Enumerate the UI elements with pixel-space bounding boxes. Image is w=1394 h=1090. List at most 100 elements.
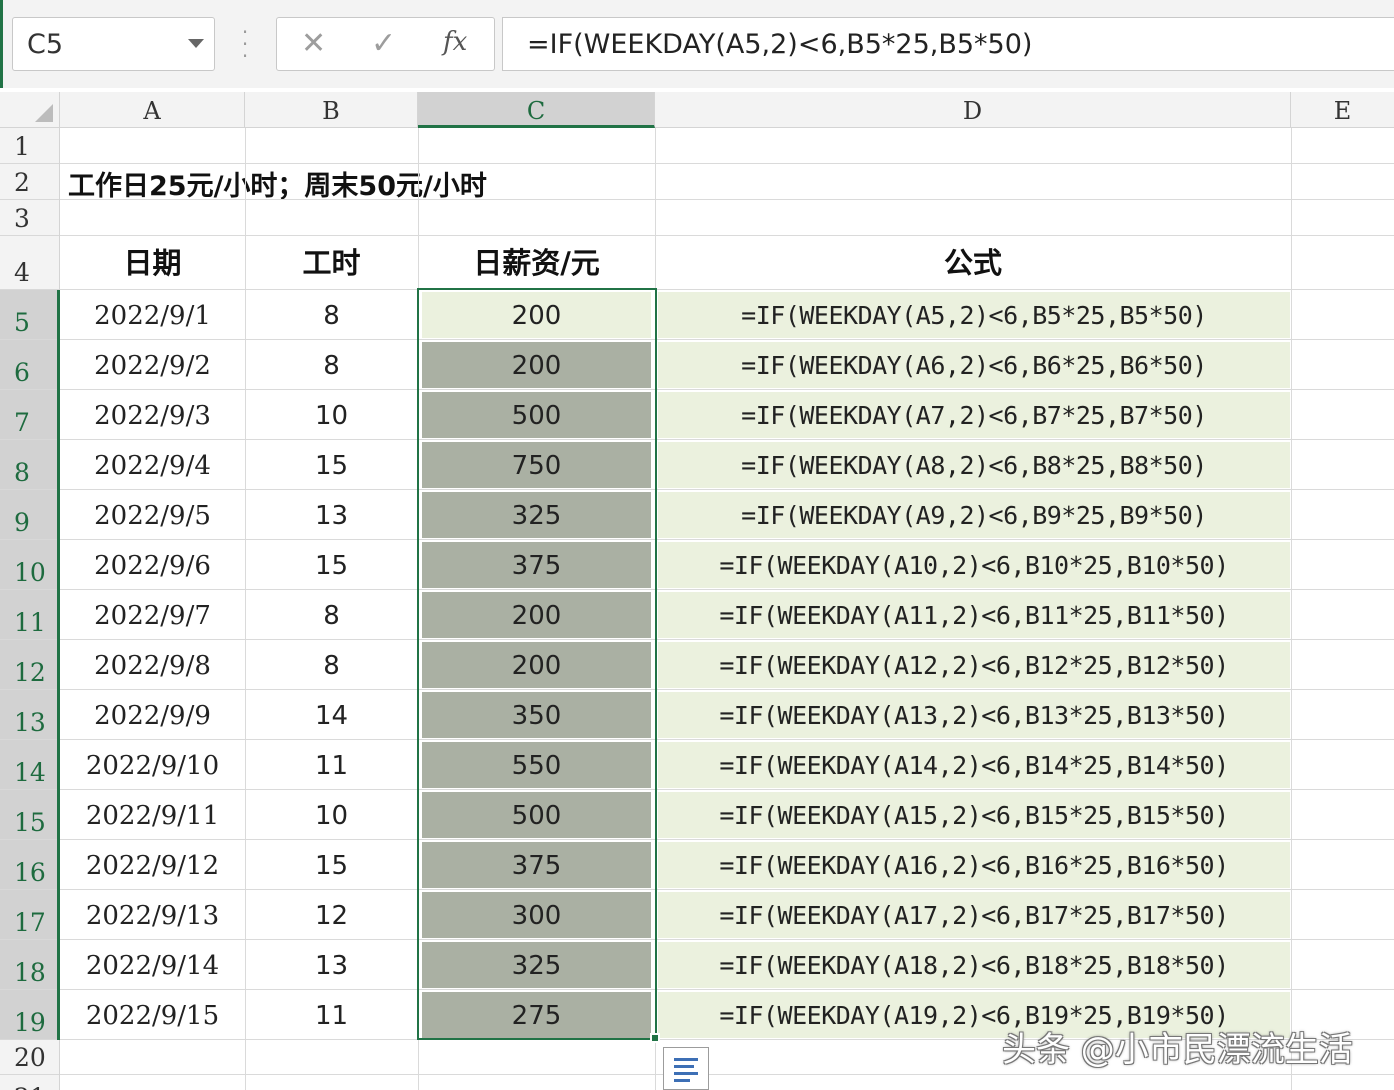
row-header-14[interactable]: 14 — [0, 740, 59, 790]
row-header-1[interactable]: 1 — [0, 128, 59, 164]
gridline — [60, 163, 1394, 164]
row-header-11[interactable]: 11 — [0, 590, 59, 640]
formula-cell[interactable]: =IF(WEEKDAY(A8,2)<6,B8*25,B8*50) — [658, 442, 1290, 488]
date-cell[interactable]: 2022/9/1 — [60, 292, 245, 338]
gridline — [1291, 128, 1292, 1090]
formula-cell[interactable]: =IF(WEEKDAY(A16,2)<6,B16*25,B16*50) — [658, 842, 1290, 888]
row-header-7[interactable]: 7 — [0, 390, 59, 440]
row-header-8[interactable]: 8 — [0, 440, 59, 490]
date-cell[interactable]: 2022/9/10 — [60, 742, 245, 788]
header-hours[interactable]: 工时 — [245, 236, 418, 290]
column-header-c[interactable]: C — [418, 92, 655, 128]
row-header-4[interactable]: 4 — [0, 236, 59, 290]
gridline — [60, 739, 1394, 740]
column-header-e[interactable]: E — [1291, 92, 1394, 128]
cancel-icon[interactable]: ✕ — [301, 26, 326, 61]
hours-cell[interactable]: 14 — [245, 692, 418, 738]
formula-cell[interactable]: =IF(WEEKDAY(A10,2)<6,B10*25,B10*50) — [658, 542, 1290, 588]
row-header-9[interactable]: 9 — [0, 490, 59, 540]
row-header-3[interactable]: 3 — [0, 200, 59, 236]
hours-cell[interactable]: 10 — [245, 392, 418, 438]
row-header-5[interactable]: 5 — [0, 290, 59, 340]
formula-input-value: =IF(WEEKDAY(A5,2)<6,B5*25,B5*50) — [527, 29, 1033, 60]
date-cell[interactable]: 2022/9/4 — [60, 442, 245, 488]
row-header-20[interactable]: 20 — [0, 1040, 59, 1075]
date-cell[interactable]: 2022/9/15 — [60, 992, 245, 1038]
gridline — [60, 389, 1394, 390]
worksheet-grid[interactable]: 工作日25元/小时；周末50元/小时 日期 工时 日薪资/元 公式 2022/9… — [60, 128, 1394, 1090]
formula-cell[interactable]: =IF(WEEKDAY(A15,2)<6,B15*25,B15*50) — [658, 792, 1290, 838]
fill-handle[interactable] — [650, 1033, 660, 1043]
title-cell[interactable]: 工作日25元/小时；周末50元/小时 — [68, 164, 487, 203]
formula-cell[interactable]: =IF(WEEKDAY(A13,2)<6,B13*25,B13*50) — [658, 692, 1290, 738]
header-wage[interactable]: 日薪资/元 — [418, 236, 655, 290]
confirm-icon[interactable]: ✓ — [371, 26, 396, 61]
hours-cell[interactable]: 15 — [245, 842, 418, 888]
name-box[interactable]: C5 — [12, 17, 215, 71]
date-cell[interactable]: 2022/9/12 — [60, 842, 245, 888]
date-cell[interactable]: 2022/9/2 — [60, 342, 245, 388]
quick-analysis-button[interactable] — [663, 1047, 709, 1090]
date-cell[interactable]: 2022/9/6 — [60, 542, 245, 588]
hours-cell[interactable]: 15 — [245, 442, 418, 488]
formula-cell[interactable]: =IF(WEEKDAY(A11,2)<6,B11*25,B11*50) — [658, 592, 1290, 638]
row-header-10[interactable]: 10 — [0, 540, 59, 590]
hours-cell[interactable]: 11 — [245, 992, 418, 1038]
row-header-label: 1 — [14, 132, 30, 161]
hours-cell[interactable]: 12 — [245, 892, 418, 938]
formula-cell[interactable]: =IF(WEEKDAY(A7,2)<6,B7*25,B7*50) — [658, 392, 1290, 438]
formula-cell[interactable]: =IF(WEEKDAY(A6,2)<6,B6*25,B6*50) — [658, 342, 1290, 388]
date-cell[interactable]: 2022/9/7 — [60, 592, 245, 638]
insert-function-icon[interactable]: fx — [443, 27, 467, 57]
date-cell[interactable]: 2022/9/8 — [60, 642, 245, 688]
formula-cell[interactable]: =IF(WEEKDAY(A14,2)<6,B14*25,B14*50) — [658, 742, 1290, 788]
hours-cell[interactable]: 13 — [245, 492, 418, 538]
formula-bar: C5 · · · ✕ ✓ fx =IF(WEEKDAY(A5,2)<6,B5*25,… — [0, 0, 1394, 88]
row-header-21[interactable]: 21 — [0, 1075, 59, 1090]
date-cell[interactable]: 2022/9/11 — [60, 792, 245, 838]
row-header-label: 7 — [14, 408, 30, 437]
hours-cell[interactable]: 8 — [245, 292, 418, 338]
date-cell[interactable]: 2022/9/13 — [60, 892, 245, 938]
hours-cell[interactable]: 11 — [245, 742, 418, 788]
hours-cell[interactable]: 8 — [245, 592, 418, 638]
gridline — [60, 939, 1394, 940]
gridline — [60, 235, 1394, 236]
hours-cell[interactable]: 8 — [245, 642, 418, 688]
row-header-6[interactable]: 6 — [0, 340, 59, 390]
header-date[interactable]: 日期 — [60, 236, 245, 290]
formula-cell[interactable]: =IF(WEEKDAY(A9,2)<6,B9*25,B9*50) — [658, 492, 1290, 538]
row-header-16[interactable]: 16 — [0, 840, 59, 890]
hours-cell[interactable]: 10 — [245, 792, 418, 838]
select-all-button[interactable] — [0, 92, 60, 128]
chevron-down-icon[interactable] — [188, 39, 204, 48]
formula-input[interactable]: =IF(WEEKDAY(A5,2)<6,B5*25,B5*50) — [502, 17, 1394, 71]
more-options-icon[interactable]: · · · — [238, 22, 252, 66]
column-header-d[interactable]: D — [655, 92, 1291, 128]
row-header-17[interactable]: 17 — [0, 890, 59, 940]
row-header-18[interactable]: 18 — [0, 940, 59, 990]
hours-cell[interactable]: 13 — [245, 942, 418, 988]
date-cell[interactable]: 2022/9/9 — [60, 692, 245, 738]
row-header-label: 2 — [14, 168, 30, 197]
gridline — [60, 1074, 1394, 1075]
column-header-b[interactable]: B — [245, 92, 418, 128]
row-header-2[interactable]: 2 — [0, 164, 59, 200]
hours-cell[interactable]: 15 — [245, 542, 418, 588]
column-header-a[interactable]: A — [60, 92, 245, 128]
date-cell[interactable]: 2022/9/3 — [60, 392, 245, 438]
header-formula[interactable]: 公式 — [655, 236, 1291, 290]
row-header-12[interactable]: 12 — [0, 640, 59, 690]
date-cell[interactable]: 2022/9/14 — [60, 942, 245, 988]
gridline — [60, 289, 1394, 290]
date-cell[interactable]: 2022/9/5 — [60, 492, 245, 538]
row-header-19[interactable]: 19 — [0, 990, 59, 1040]
formula-cell[interactable]: =IF(WEEKDAY(A5,2)<6,B5*25,B5*50) — [658, 292, 1290, 338]
row-header-15[interactable]: 15 — [0, 790, 59, 840]
hours-cell[interactable]: 8 — [245, 342, 418, 388]
formula-cell[interactable]: =IF(WEEKDAY(A17,2)<6,B17*25,B17*50) — [658, 892, 1290, 938]
row-header-13[interactable]: 13 — [0, 690, 59, 740]
formula-cell[interactable]: =IF(WEEKDAY(A18,2)<6,B18*25,B18*50) — [658, 942, 1290, 988]
formula-cell[interactable]: =IF(WEEKDAY(A12,2)<6,B12*25,B12*50) — [658, 642, 1290, 688]
gridline — [60, 689, 1394, 690]
